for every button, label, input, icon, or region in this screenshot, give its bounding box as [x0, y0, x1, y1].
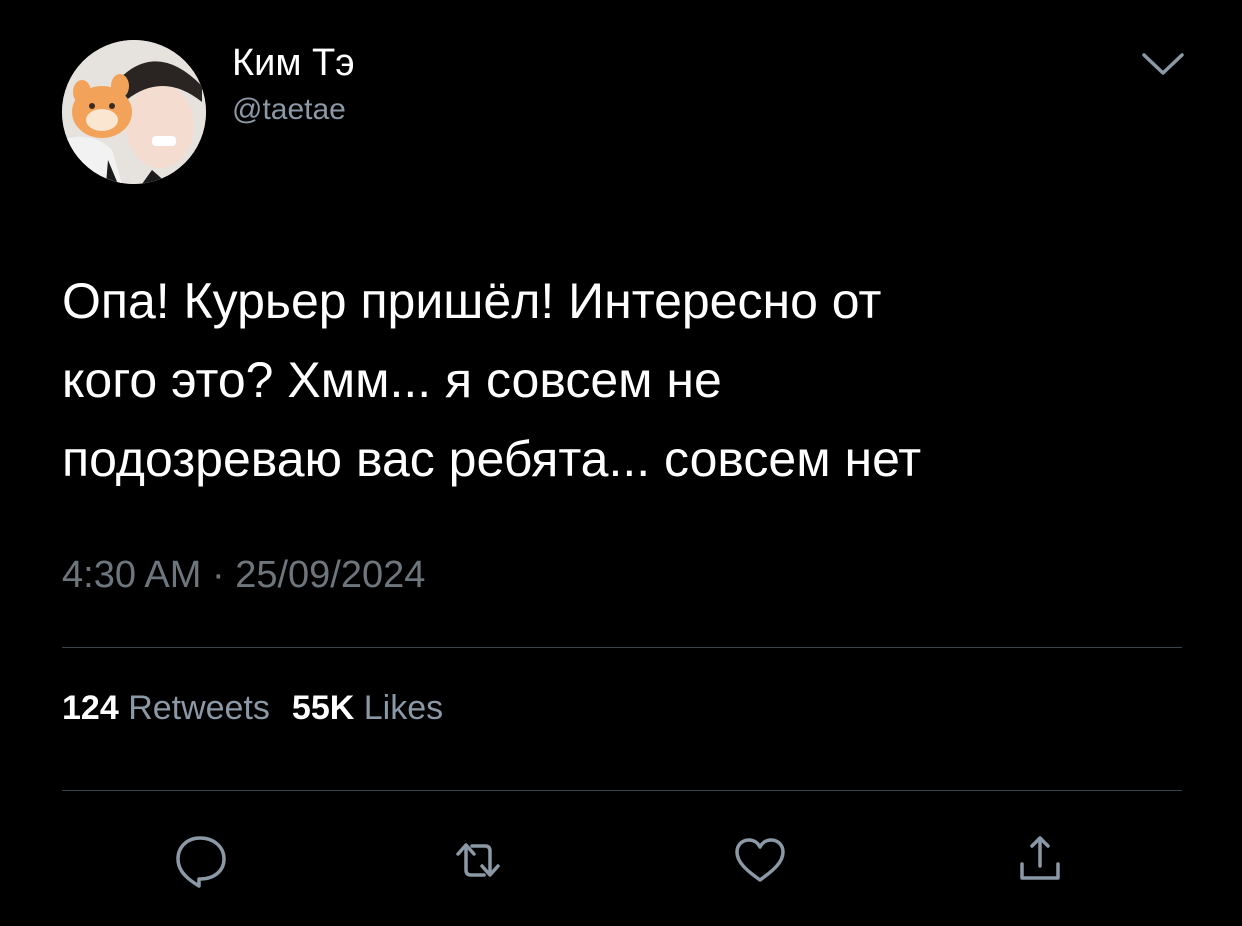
tweet-timestamp[interactable]: 4:30 AM · 25/09/2024 — [62, 552, 425, 598]
divider — [62, 647, 1182, 648]
retweet-icon — [456, 843, 500, 877]
timestamp-separator: · — [211, 554, 225, 596]
tweet-stats: 124 Retweets 55K Likes — [62, 686, 443, 730]
retweets-label: Retweets — [128, 689, 270, 727]
display-name[interactable]: Ким Тэ — [232, 40, 355, 86]
retweets-stat[interactable]: 124 Retweets — [62, 689, 270, 727]
chevron-down-icon[interactable] — [1138, 46, 1188, 82]
like-button[interactable] — [730, 830, 790, 890]
share-icon — [1020, 836, 1060, 880]
share-button[interactable] — [1010, 830, 1070, 890]
retweet-button[interactable] — [448, 830, 508, 890]
likes-label: Likes — [363, 689, 444, 727]
tweet-text-line: подозреваю вас ребята... совсем нет — [62, 431, 922, 487]
like-icon — [735, 838, 785, 882]
tweet-date: 25/09/2024 — [235, 554, 426, 596]
tweet-text-line: кого это? Хмм... я совсем не — [62, 352, 722, 408]
tweet-text-line: Опа! Курьер пришёл! Интересно от — [62, 273, 882, 329]
retweets-count: 124 — [62, 689, 119, 727]
avatar-image — [62, 40, 206, 184]
reply-icon — [176, 836, 226, 888]
divider — [62, 790, 1182, 791]
avatar[interactable] — [62, 40, 206, 184]
tweet-text: Опа! Курьер пришёл! Интересно от кого эт… — [62, 262, 1202, 499]
likes-count: 55K — [291, 689, 355, 727]
user-handle[interactable]: @taetae — [232, 92, 346, 128]
tweet-time: 4:30 AM — [62, 554, 202, 596]
reply-button[interactable] — [170, 830, 230, 890]
likes-stat[interactable]: 55K Likes — [292, 689, 443, 727]
